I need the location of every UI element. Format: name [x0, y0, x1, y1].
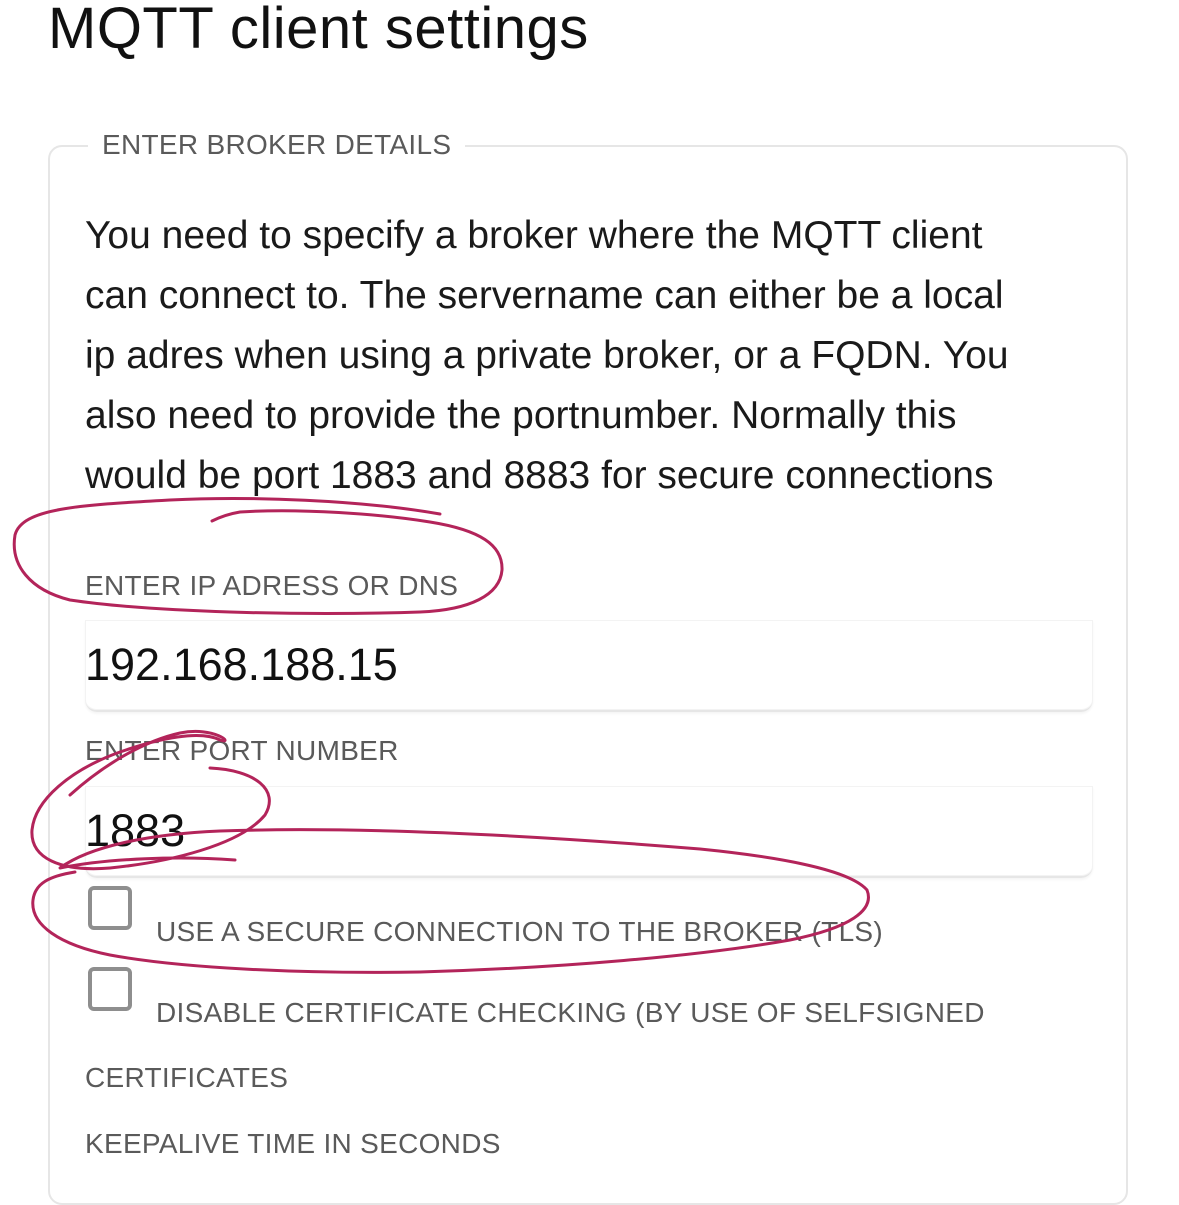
disable-cert-check-label[interactable]: DISABLE CERTIFICATE CHECKING (BY USE OF …: [156, 995, 985, 1031]
disable-cert-check-checkbox[interactable]: [88, 967, 132, 1011]
ip-address-label: ENTER IP ADRESS OR DNS: [85, 570, 459, 601]
broker-details-legend: ENTER BROKER DETAILS: [88, 126, 466, 164]
port-number-input[interactable]: [85, 786, 1093, 878]
intro-line: You need to specify a broker where the M…: [85, 214, 983, 257]
intro-line: ip adres when using a private broker, or…: [85, 334, 1009, 377]
keepalive-label: KEEPALIVE TIME IN SECONDS: [85, 1128, 501, 1159]
secure-connection-checkbox[interactable]: [88, 886, 132, 930]
ip-address-input[interactable]: [85, 620, 1093, 712]
secure-connection-label[interactable]: USE A SECURE CONNECTION TO THE BROKER (T…: [156, 914, 883, 950]
intro-line: would be port 1883 and 8883 for secure c…: [85, 454, 994, 497]
disable-cert-check-label-continued: CERTIFICATES: [85, 1062, 289, 1093]
page-title: MQTT client settings: [48, 0, 589, 61]
intro-line: can connect to. The servername can eithe…: [85, 274, 1004, 317]
port-number-label: ENTER PORT NUMBER: [85, 735, 399, 766]
intro-line: also need to provide the portnumber. Nor…: [85, 394, 957, 437]
broker-intro-text: You need to specify a broker where the M…: [85, 206, 1095, 506]
